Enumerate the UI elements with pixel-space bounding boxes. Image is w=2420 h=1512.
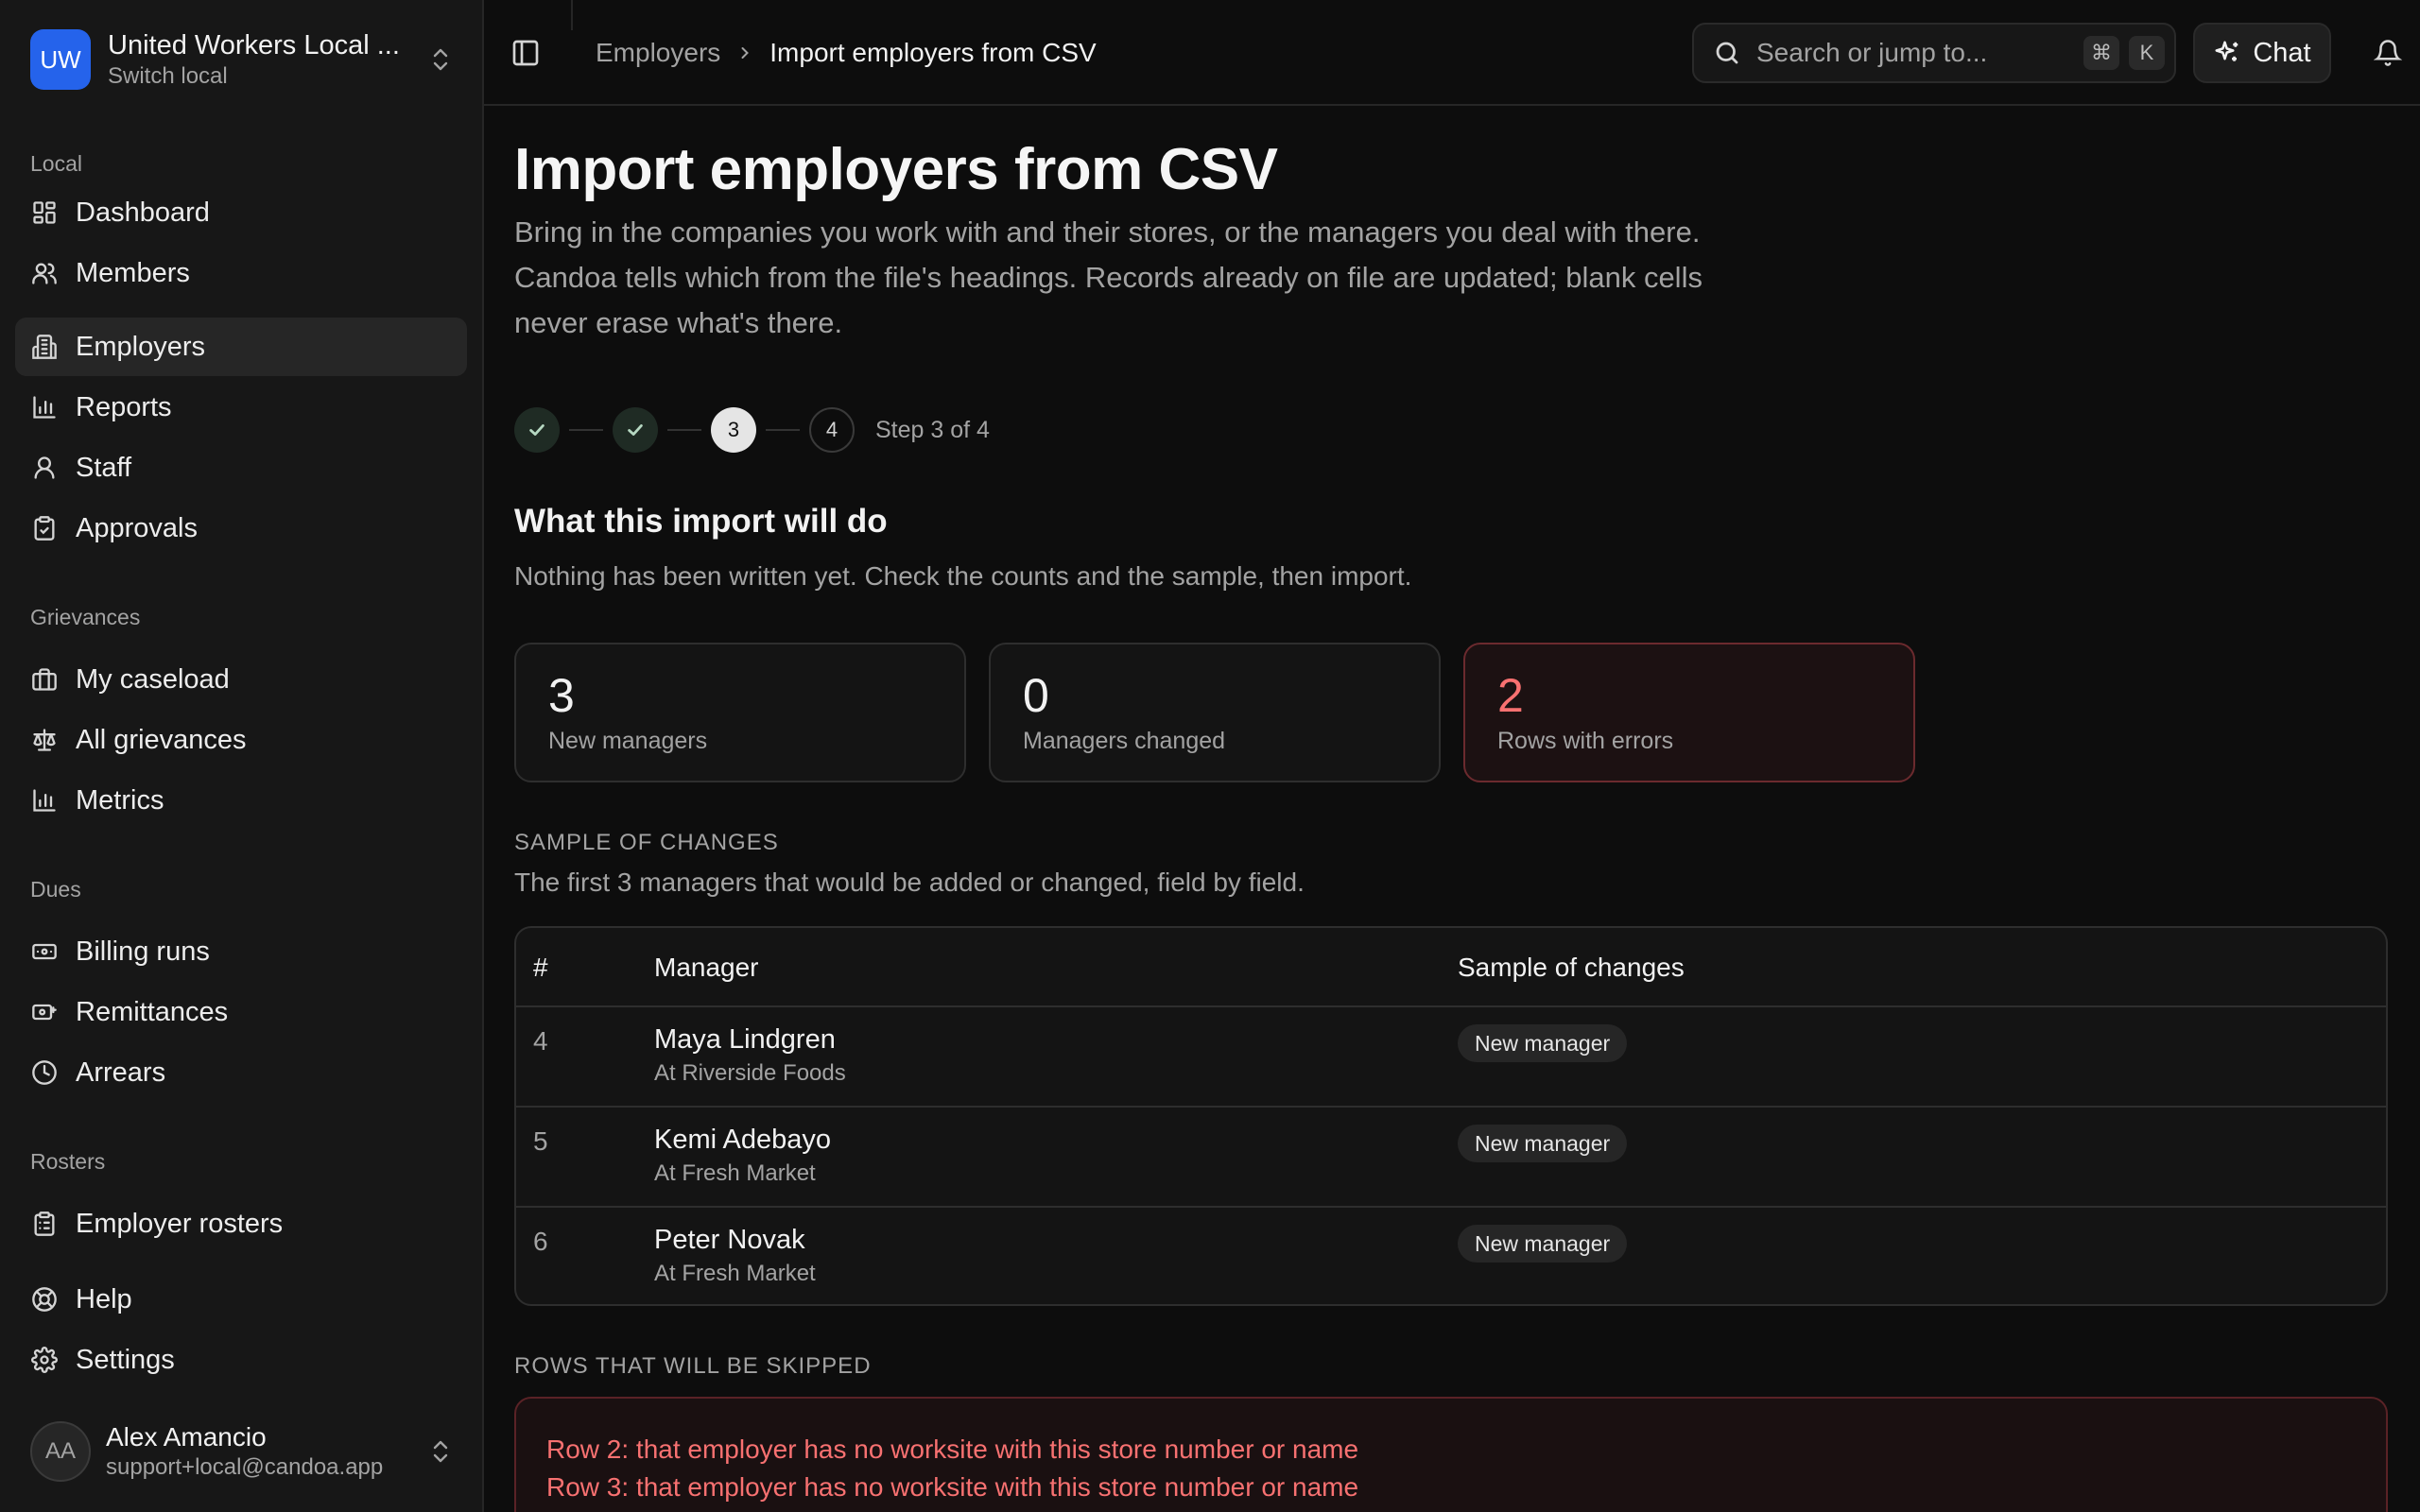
breadcrumb-current: Import employers from CSV (769, 38, 1097, 67)
sidebar-item-settings[interactable]: Settings (15, 1331, 467, 1389)
search-placeholder: Search or jump to... (1756, 38, 1988, 67)
bar-chart-icon (30, 393, 59, 421)
skipped-heading: ROWS THAT WILL BE SKIPPED (514, 1353, 872, 1379)
topbar: Employers Import employers from CSV Sear… (484, 0, 2420, 106)
sidebar-toggle-icon[interactable] (507, 34, 544, 72)
sidebar-item-dashboard[interactable]: Dashboard (15, 183, 467, 242)
nav-section-rosters: Rosters (30, 1149, 106, 1174)
banknote-icon (30, 937, 59, 966)
avatar: AA (30, 1421, 91, 1482)
life-buoy-icon (30, 1285, 59, 1314)
sparkles-icon (2213, 39, 2241, 67)
chevron-right-icon (735, 43, 754, 62)
sidebar-item-my-caseload[interactable]: My caseload (15, 650, 467, 709)
briefcase-icon (30, 665, 59, 694)
sidebar-item-members[interactable]: Members (15, 244, 467, 302)
clipboard-check-icon (30, 514, 59, 542)
stat-rows-with-errors: 2 Rows with errors (1463, 643, 1915, 782)
status-badge: New manager (1458, 1024, 1628, 1062)
user-icon (30, 454, 59, 482)
chat-button[interactable]: Chat (2193, 23, 2331, 83)
user-menu[interactable]: AA Alex Amancio support+local@candoa.app (30, 1418, 456, 1486)
stepper: 3 4 Step 3 of 4 (514, 406, 990, 454)
search-icon (1713, 39, 1741, 67)
nav-section-dues: Dues (30, 877, 81, 902)
changes-table: # Manager Sample of changes 4 Maya Lindg… (514, 926, 2388, 1306)
clock-icon (30, 1058, 59, 1087)
kbd-cmd: ⌘ (2083, 36, 2119, 70)
org-switch-label: Switch local (108, 63, 228, 89)
sidebar-item-employer-rosters[interactable]: Employer rosters (15, 1194, 467, 1253)
summary-title: What this import will do (514, 503, 888, 540)
check-icon (529, 424, 544, 436)
error-line: Row 3: that employer has no worksite wit… (546, 1472, 1359, 1502)
bar-chart-icon (30, 786, 59, 815)
org-switcher[interactable]: UW United Workers Local ... Switch local (30, 25, 456, 94)
column-header-changes: Sample of changes (1458, 953, 1685, 982)
sidebar-item-help[interactable]: Help (15, 1270, 467, 1329)
sidebar-item-reports[interactable]: Reports (15, 378, 467, 437)
gear-icon (30, 1346, 59, 1374)
sidebar-item-employers[interactable]: Employers (15, 318, 467, 376)
breadcrumb: Employers Import employers from CSV (596, 34, 1097, 72)
breadcrumb-employers-link[interactable]: Employers (596, 38, 720, 68)
sidebar-item-staff[interactable]: Staff (15, 438, 467, 497)
sample-heading: SAMPLE OF CHANGES (514, 830, 779, 855)
column-header-number: # (533, 953, 548, 982)
sidebar-item-metrics[interactable]: Metrics (15, 771, 467, 830)
step-4: 4 (809, 407, 855, 453)
remittance-icon (30, 998, 59, 1026)
error-line: Row 2: that employer has no worksite wit… (546, 1435, 1359, 1464)
step-3-current: 3 (711, 407, 756, 453)
chevrons-up-down-icon (425, 1433, 456, 1470)
user-name: Alex Amancio (106, 1422, 267, 1452)
sidebar-item-billing-runs[interactable]: Billing runs (15, 922, 467, 981)
search-input[interactable]: Search or jump to... ⌘ K (1692, 23, 2176, 83)
status-badge: New manager (1458, 1125, 1628, 1162)
clipboard-list-icon (30, 1210, 59, 1238)
sidebar-item-approvals[interactable]: Approvals (15, 499, 467, 558)
nav-section-grievances: Grievances (30, 605, 141, 629)
step-2-complete (613, 407, 658, 453)
dashboard-icon (30, 198, 59, 227)
building-icon (30, 333, 59, 361)
org-avatar: UW (30, 29, 91, 90)
sidebar: UW United Workers Local ... Switch local… (0, 0, 484, 1512)
table-row: 5 Kemi Adebayo At Fresh Market New manag… (516, 1108, 2386, 1208)
user-email: support+local@candoa.app (106, 1454, 384, 1480)
scale-icon (30, 726, 59, 754)
sidebar-item-all-grievances[interactable]: All grievances (15, 711, 467, 769)
sample-subtitle: The first 3 managers that would be added… (514, 868, 1305, 897)
chevrons-up-down-icon (425, 41, 456, 78)
users-icon (30, 259, 59, 287)
check-icon (628, 424, 643, 436)
status-badge: New manager (1458, 1225, 1628, 1263)
table-row: 4 Maya Lindgren At Riverside Foods New m… (516, 1007, 2386, 1108)
nav-section-local: Local (30, 151, 82, 176)
bell-icon[interactable] (2369, 34, 2407, 72)
table-header: # Manager Sample of changes (516, 928, 2386, 1007)
org-name: United Workers Local ... (108, 30, 400, 60)
chat-label: Chat (2253, 37, 2311, 68)
stat-managers-changed: 0 Managers changed (989, 643, 1441, 782)
sidebar-item-remittances[interactable]: Remittances (15, 983, 467, 1041)
page-title: Import employers from CSV (514, 137, 1278, 202)
column-header-manager: Manager (654, 953, 759, 982)
sidebar-item-arrears[interactable]: Arrears (15, 1043, 467, 1102)
kbd-k: K (2129, 36, 2165, 70)
topbar-divider (571, 0, 573, 30)
skipped-rows-box: Row 2: that employer has no worksite wit… (514, 1397, 2388, 1512)
summary-subtitle: Nothing has been written yet. Check the … (514, 561, 1412, 591)
step-label: Step 3 of 4 (875, 416, 990, 443)
page-description: Bring in the companies you work with and… (514, 215, 1703, 339)
stat-new-managers: 3 New managers (514, 643, 966, 782)
step-1-complete (514, 407, 560, 453)
table-row: 6 Peter Novak At Fresh Market New manage… (516, 1208, 2386, 1304)
